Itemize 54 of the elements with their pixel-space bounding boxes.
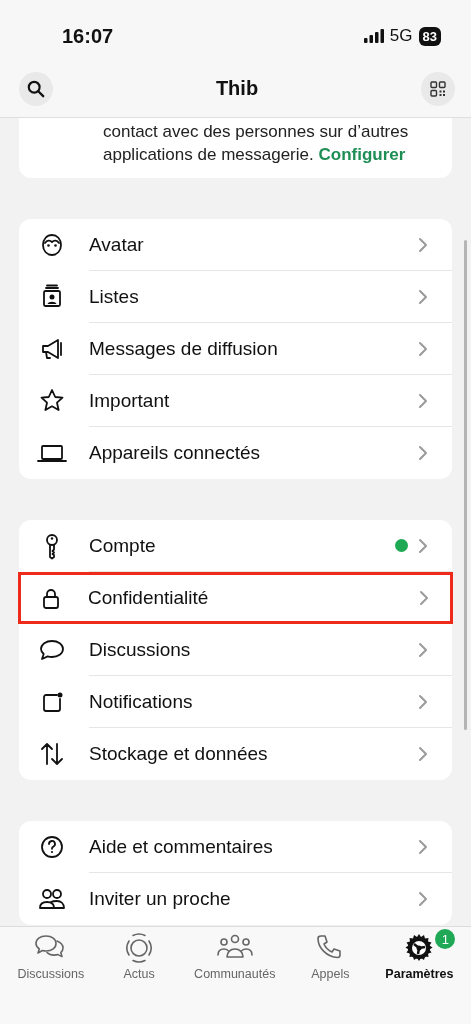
settings-item[interactable]: Confidentialité — [18, 572, 453, 624]
tab-button[interactable]: Appels — [310, 931, 351, 987]
chevron-right-icon — [418, 838, 428, 855]
qr-code-button[interactable] — [421, 71, 455, 106]
search-button[interactable] — [19, 71, 53, 106]
clock-time: 16:07 — [62, 24, 114, 48]
item-label: Messages de diffusion — [89, 337, 279, 360]
chevron-right-icon — [419, 589, 429, 606]
chevron-right-icon — [418, 891, 428, 907]
chevron-right-icon — [418, 445, 428, 461]
settings-item[interactable]: Listes — [19, 271, 452, 323]
settings-item[interactable]: Inviter un proche — [19, 873, 452, 925]
item-label: Notifications — [89, 690, 194, 713]
settings-item[interactable]: Discussions — [19, 624, 452, 676]
item-label: Inviter un proche — [89, 888, 232, 910]
chevron-right-icon — [418, 537, 428, 554]
chevron-right-icon — [418, 641, 428, 658]
item-label: Stockage et données — [89, 743, 269, 765]
profile-name: Thib — [215, 77, 259, 100]
chevron-right-icon — [418, 693, 428, 710]
tab-button[interactable]: Actus — [119, 931, 160, 987]
settings-item[interactable]: Aide et commentaires — [19, 821, 452, 873]
settings-item[interactable]: Avatar — [19, 219, 452, 271]
signal-icon — [363, 29, 384, 43]
chevron-right-icon — [418, 288, 428, 305]
tab-button[interactable]: Discussions — [17, 931, 85, 987]
chevron-right-icon — [418, 392, 428, 409]
item-label: Aide et commentaires — [89, 835, 274, 858]
qr-code-icon — [430, 80, 446, 97]
item-label: Discussions — [89, 638, 192, 661]
notice-text: contact avec des personnes sur d’autres — [103, 121, 410, 143]
item-label: Appareils connectés — [89, 442, 262, 464]
configure-link[interactable]: Configurer — [318, 145, 406, 164]
network-label: 5G — [389, 26, 413, 46]
item-label: Confidentialité — [88, 586, 210, 609]
settings-item[interactable]: Important — [19, 375, 452, 427]
settings-item[interactable]: Messages de diffusion — [19, 323, 452, 375]
settings-item[interactable]: Stockage et données — [19, 728, 452, 780]
chevron-right-icon — [418, 746, 428, 762]
notice-text: applications de messagerie. Configurer — [103, 144, 407, 166]
item-label: Important — [89, 389, 171, 412]
settings-item[interactable]: Appareils connectés — [19, 427, 452, 479]
settings-item[interactable]: Compte — [19, 520, 452, 572]
chevron-right-icon — [418, 340, 428, 357]
tab-button[interactable]: Paramètres 1 — [385, 931, 454, 987]
item-label: Listes — [89, 285, 140, 308]
item-label: Avatar — [89, 233, 145, 256]
count-badge: 1 — [435, 929, 456, 949]
tab-button[interactable]: Communautés — [194, 931, 276, 987]
search-icon — [27, 79, 45, 98]
battery-level: 83 — [418, 26, 441, 46]
settings-item[interactable]: Notifications — [19, 676, 452, 728]
chevron-right-icon — [418, 236, 428, 253]
item-label: Compte — [89, 534, 157, 557]
